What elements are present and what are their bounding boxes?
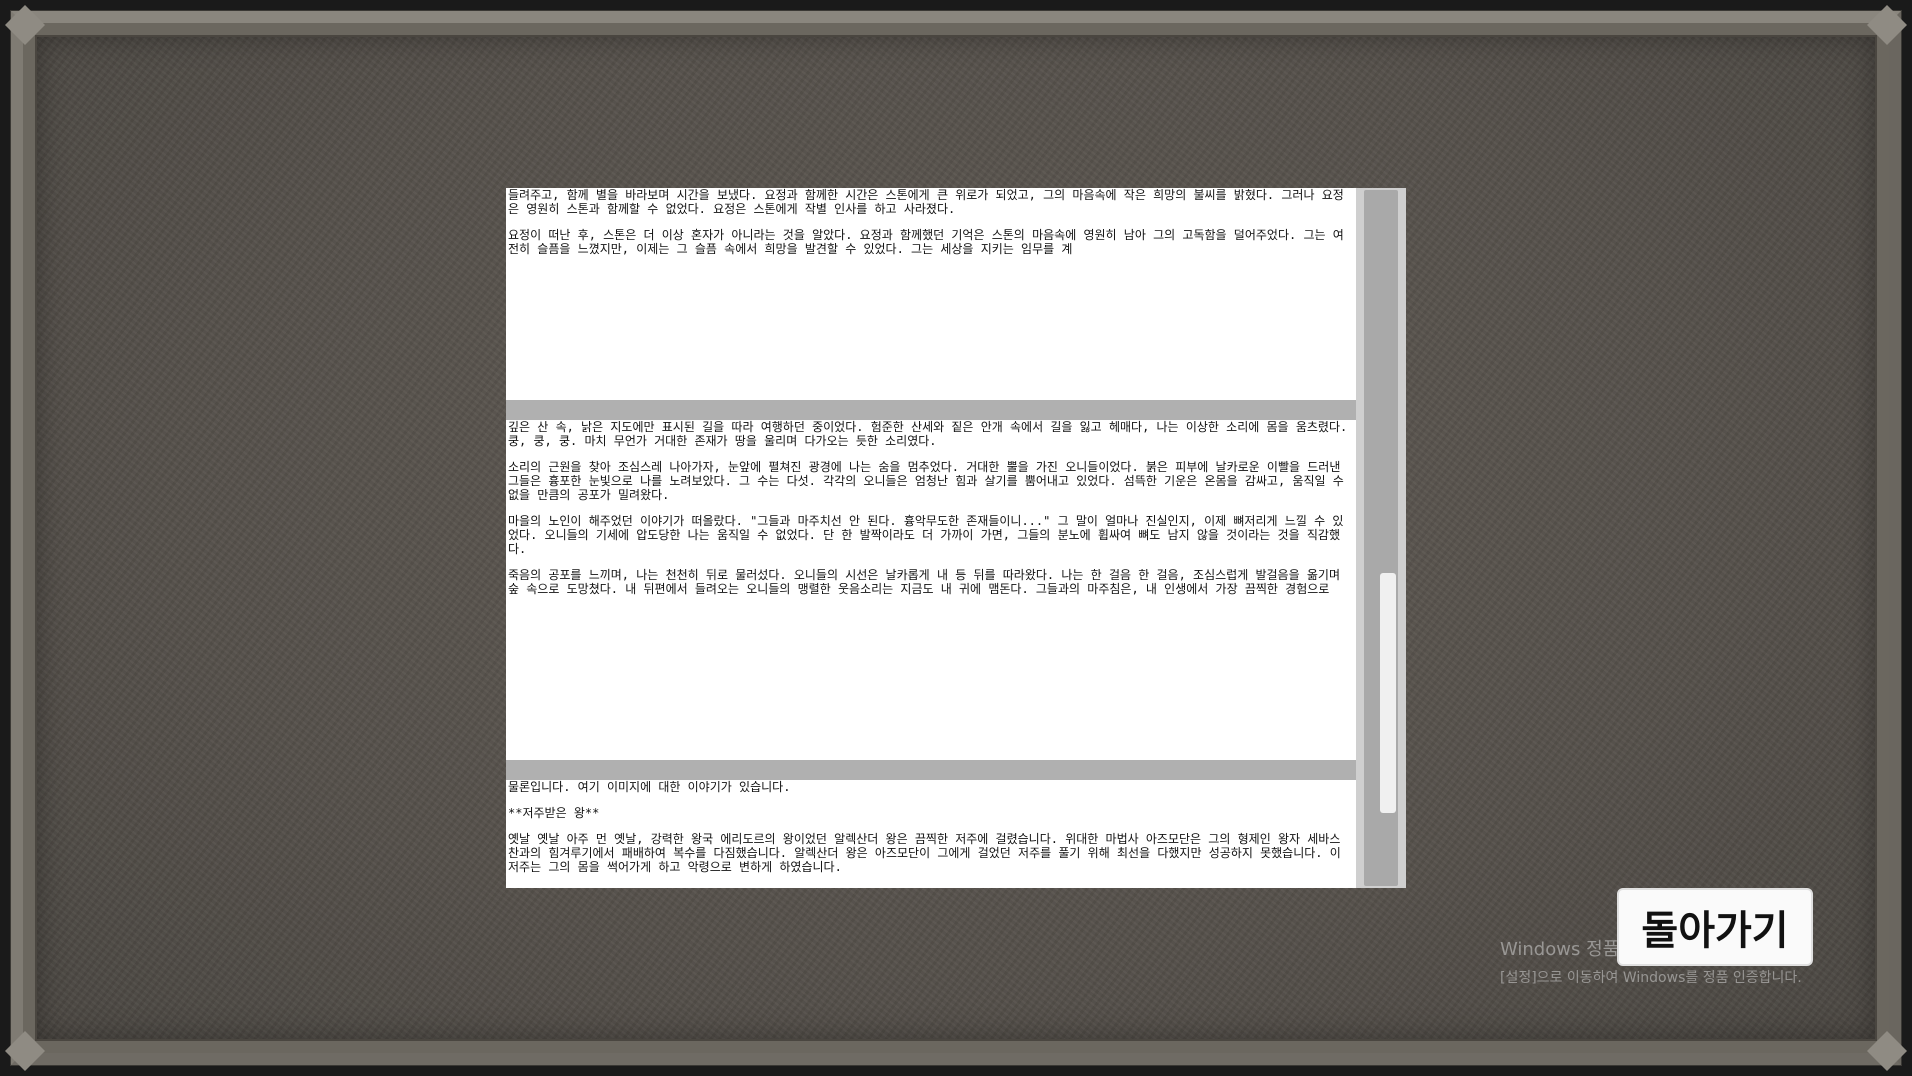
back-button[interactable]: 돌아가기	[1617, 888, 1813, 966]
page-paragraph: 깊은 산 속, 낡은 지도에만 표시된 길을 따라 여행하던 중이었다. 험준한…	[508, 420, 1355, 448]
vertical-scrollbar[interactable]	[1356, 188, 1406, 888]
watermark-subtitle: [설정]으로 이동하여 Windows를 정품 인증합니다.	[1500, 970, 1802, 986]
page-paragraph: 마을의 노인이 해주었던 이야기가 떠올랐다. "그들과 마주치선 안 된다. …	[508, 514, 1344, 556]
story-viewer[interactable]: 들려주고, 함께 별을 바라보며 시간을 보냈다. 요정과 함께한 시간은 스톤…	[506, 188, 1406, 888]
page-paragraph: 소리의 근원을 찾아 조심스레 나아가자, 눈앞에 펼쳐진 광경에 나는 숨을 …	[508, 460, 1352, 502]
page-paragraph: 옛날 옛날 아주 먼 옛날, 강력한 왕국 에리도르의 왕이었던 알렉산더 왕은…	[508, 832, 1349, 874]
story-page: 물론입니다. 여기 이미지에 대한 이야기가 있습니다. **저주받은 왕** …	[506, 780, 1356, 888]
page-paragraph: 죽음의 공포를 느끼며, 나는 천천히 뒤로 물러섰다. 오니들의 시선은 날카…	[508, 568, 1348, 596]
story-page: 들려주고, 함께 별을 바라보며 시간을 보냈다. 요정과 함께한 시간은 스톤…	[506, 188, 1356, 400]
scrollbar-thumb[interactable]	[1380, 573, 1396, 813]
page-paragraph: 들려주고, 함께 별을 바라보며 시간을 보냈다. 요정과 함께한 시간은 스톤…	[508, 188, 1344, 216]
page-paragraph: 물론입니다. 여기 이미지에 대한 이야기가 있습니다.	[508, 780, 791, 794]
page-paragraph: 요정이 떠난 후, 스톤은 더 이상 혼자가 아니라는 것을 알았다. 요정과 …	[508, 228, 1344, 256]
page-paragraph: **저주받은 왕**	[508, 806, 600, 820]
story-pages[interactable]: 들려주고, 함께 별을 바라보며 시간을 보냈다. 요정과 함께한 시간은 스톤…	[506, 188, 1356, 888]
story-page: 깊은 산 속, 낡은 지도에만 표시된 길을 따라 여행하던 중이었다. 험준한…	[506, 420, 1356, 760]
